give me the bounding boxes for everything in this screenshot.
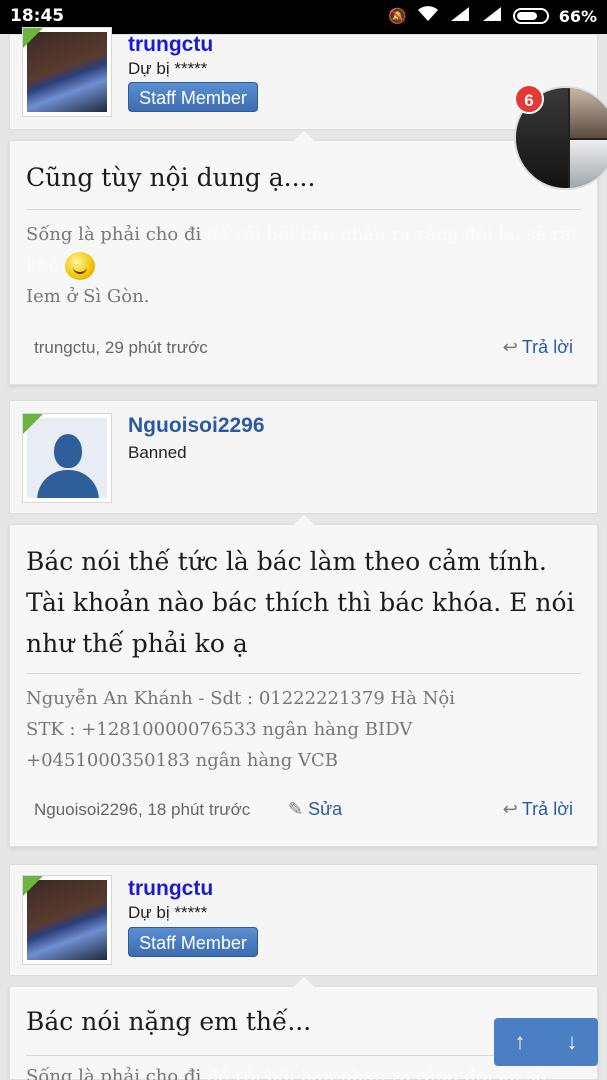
staff-badge: Staff Member [128,82,258,112]
chat-head-avatar [570,88,607,138]
signature-line: STK : +12810000076533 ngân hàng BIDV [26,719,413,740]
signature-faded-text: để rồi hối hận nhận ra rằng đòi lại sẽ [201,1066,547,1080]
battery-icon [512,8,549,24]
wifi-icon [417,6,439,26]
post-message: Bác nói thế tức là bác làm theo cảm tính… [9,515,598,847]
signal-icon [481,6,503,26]
scroll-down-button[interactable]: ↓ [546,1018,598,1066]
user-info: trungctu Dự bị ***** Staff Member [9,864,598,976]
reply-button[interactable]: ↩ Trả lời [503,337,573,358]
reply-label: Trả lời [521,337,573,357]
mute-icon: 🔕 [388,7,407,25]
reply-label: Trả lời [521,799,573,819]
clock: 18:45 [10,6,65,26]
reply-icon: ↩ [502,337,518,357]
message-text: Cũng tùy nội dung ạ.... [26,163,316,192]
signature: Nguyễn An Khánh - Sdt : 01222221379 Hà N… [26,683,581,776]
online-indicator [23,28,43,48]
post-meta[interactable]: Nguoisoi2296, 18 phút trước [34,800,250,820]
smiley-icon [65,252,96,280]
reply-button[interactable]: ↩ Trả lời [503,799,573,820]
signal-icon [449,6,471,26]
edit-icon: ✎ [288,799,304,819]
scroll-nav: ↑ ↓ [494,1018,598,1066]
staff-badge: Staff Member [128,927,258,957]
notification-count-badge: 6 [514,84,544,114]
user-info: trungctu Dự bị ***** Staff Member [9,27,598,130]
post-message: Cũng tùy nội dung ạ.... Sống là phải cho… [9,131,598,385]
signature-line: Iem ở Sì Gòn. [26,286,150,307]
signature-divider [26,209,581,210]
user-title: Dự bị ***** [128,903,208,922]
chat-head-avatar [570,140,607,188]
post-meta[interactable]: trungctu, 29 phút trước [34,338,208,358]
signature-line: Nguyễn An Khánh - Sdt : 01222221379 Hà N… [26,688,456,709]
username[interactable]: trungctu [128,877,213,901]
edit-button[interactable]: ✎ Sửa [288,799,342,820]
signature-text: Sống là phải cho đi [26,1066,202,1080]
signature-line: +0451000350183 ngân hàng VCB [26,750,339,771]
avatar[interactable] [22,27,112,117]
signature-text: Sống là phải cho đi [26,224,202,245]
message-text: Bác nói thế tức là bác làm theo cảm tính… [26,547,575,658]
scroll-up-button[interactable]: ↑ [494,1018,546,1066]
signature: Sống là phải cho đi để rồi hối hận nhận … [26,219,581,312]
user-title: Banned [128,443,187,462]
username[interactable]: Nguoisoi2296 [128,414,265,438]
online-indicator [23,414,43,434]
reply-icon: ↩ [502,799,518,819]
username[interactable]: trungctu [128,33,213,57]
edit-label: Sửa [308,799,343,819]
user-title: Dự bị ***** [128,59,208,78]
battery-level: 66% [558,6,597,26]
online-indicator [23,876,43,896]
signature-divider [26,673,581,674]
avatar[interactable] [22,413,112,503]
avatar[interactable] [22,875,112,965]
user-info: Nguoisoi2296 Banned [9,400,598,514]
